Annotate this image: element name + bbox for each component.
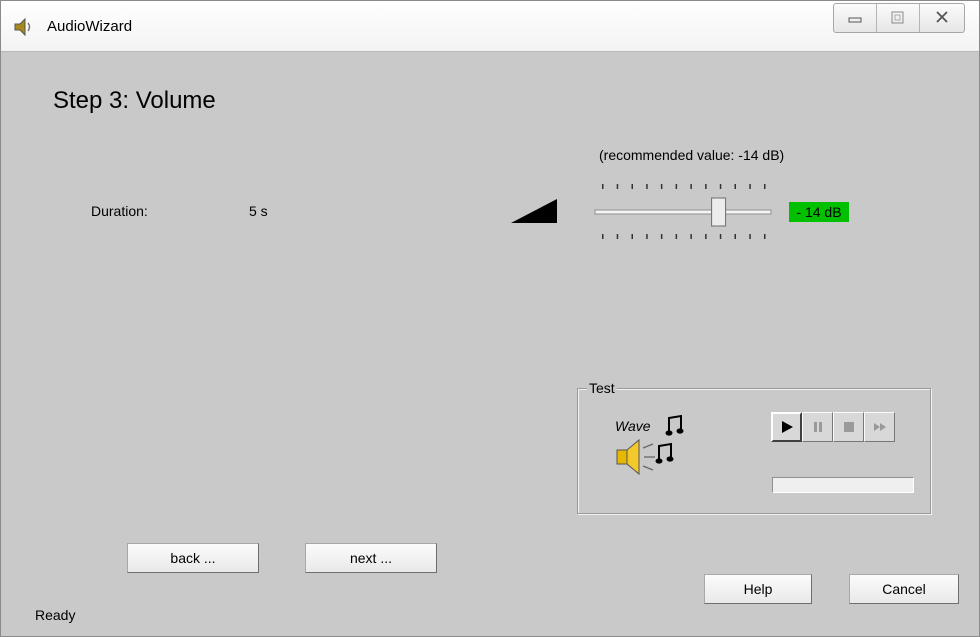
- slider-tick: [734, 184, 736, 189]
- slider-tick: [749, 234, 751, 239]
- music-note-icon-2: [655, 442, 674, 464]
- slider-tick: [705, 184, 707, 189]
- slider-tick: [631, 184, 633, 189]
- slider-tick: [705, 234, 707, 239]
- volume-ramp-icon: [511, 199, 557, 223]
- slider-tick: [675, 234, 678, 239]
- slider-tick: [719, 234, 722, 239]
- duration-value: 5 s: [249, 203, 268, 219]
- music-note-icon: [665, 414, 684, 436]
- window-controls: [833, 3, 965, 33]
- cancel-button[interactable]: Cancel: [849, 574, 959, 604]
- close-button[interactable]: [920, 4, 964, 32]
- wave-sound-area: Wave: [611, 412, 691, 484]
- next-button[interactable]: next ...: [305, 543, 437, 573]
- play-button[interactable]: [771, 412, 802, 442]
- slider-tick: [764, 184, 766, 189]
- slider-tick: [675, 184, 678, 189]
- maximize-button[interactable]: [877, 4, 920, 32]
- slider-tick: [616, 184, 619, 189]
- step-title: Step 3: Volume: [53, 87, 216, 114]
- maximize-icon: [891, 11, 904, 24]
- status-text: Ready: [35, 607, 76, 623]
- pause-button[interactable]: [802, 412, 833, 442]
- stop-button[interactable]: [833, 412, 864, 442]
- speaker-sound-icon: [616, 438, 655, 476]
- duration-label: Duration:: [91, 203, 148, 219]
- speaker-icon: [14, 17, 31, 37]
- window-title: AudioWizard: [47, 18, 133, 35]
- back-button[interactable]: back ...: [127, 543, 259, 573]
- player-controls: [771, 412, 895, 442]
- recommended-value-label: (recommended value: -14 dB): [599, 147, 785, 163]
- fast-forward-button[interactable]: [864, 412, 895, 442]
- slider-tick: [690, 234, 692, 239]
- slider-tick: [764, 234, 766, 239]
- slider-tick: [616, 234, 619, 239]
- minimize-icon: [848, 17, 862, 23]
- pause-icon: [813, 422, 822, 432]
- test-group-title: Test: [587, 380, 617, 396]
- audiowizard-window: AudioWizard Step 3: Volume (recommended …: [0, 0, 980, 637]
- volume-slider[interactable]: [591, 182, 776, 242]
- slider-tick: [660, 234, 663, 239]
- title-bar[interactable]: AudioWizard: [1, 1, 979, 52]
- close-icon: [936, 11, 948, 23]
- slider-tick: [749, 184, 751, 189]
- slider-thumb[interactable]: [711, 197, 727, 227]
- volume-value-badge: - 14 dB: [789, 202, 849, 222]
- slider-tick: [734, 234, 736, 239]
- slider-tick: [602, 234, 604, 239]
- wizard-client-area: Step 3: Volume (recommended value: -14 d…: [1, 52, 979, 636]
- playback-progress-bar: [772, 477, 914, 493]
- slider-tick: [719, 184, 722, 189]
- stop-icon: [843, 422, 854, 432]
- wave-label: Wave: [615, 418, 651, 434]
- help-button[interactable]: Help: [704, 574, 812, 604]
- slider-tick: [660, 184, 663, 189]
- slider-track: [594, 209, 772, 215]
- slider-tick: [646, 184, 648, 189]
- slider-tick: [602, 184, 604, 189]
- slider-tick: [690, 184, 692, 189]
- minimize-button[interactable]: [834, 4, 877, 32]
- slider-tick: [646, 234, 648, 239]
- slider-tick: [631, 234, 633, 239]
- fast-forward-icon: [873, 423, 886, 431]
- play-icon: [781, 421, 793, 433]
